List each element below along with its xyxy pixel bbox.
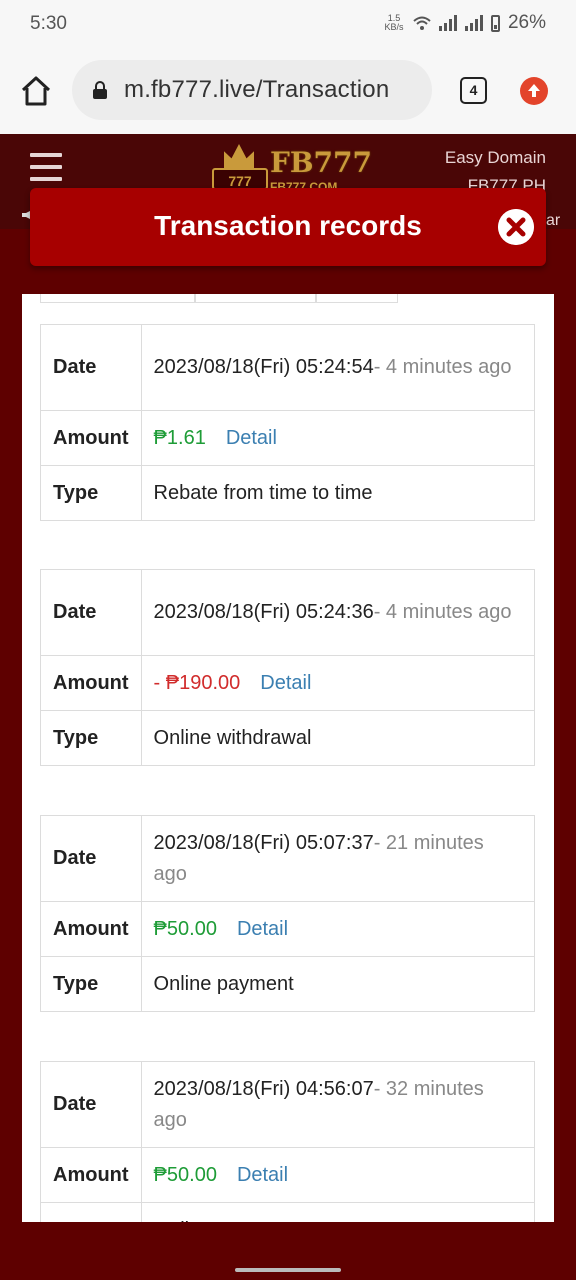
amount-label: Amount (40, 655, 142, 711)
record-date-row: Date 2023/08/18(Fri) 04:56:07- 32 minute… (40, 1061, 536, 1148)
modal-title: Transaction records (154, 210, 422, 241)
amount-label: Amount (40, 410, 142, 466)
crown-icon (224, 144, 254, 168)
record-type-row: Type Online payment (40, 956, 536, 1012)
date-value: 2023/08/18(Fri) 04:56:07- 32 minutes ago (140, 1061, 536, 1148)
type-value: Rebate from time to time (140, 465, 536, 521)
record-date-row: Date 2023/08/18(Fri) 05:07:37- 21 minute… (40, 815, 536, 902)
type-label: Type (40, 465, 142, 521)
transaction-record: Date 2023/08/18(Fri) 05:07:37- 21 minute… (40, 815, 536, 1012)
network-speed: 1.5 KB/s (384, 13, 404, 32)
relative-time: - 4 minutes ago (373, 601, 512, 623)
close-icon[interactable] (498, 209, 534, 245)
record-type-row: Type Rebate from time to time (40, 465, 536, 521)
date-label: Date (40, 324, 142, 411)
amount-label: Amount (40, 1147, 142, 1203)
detail-link[interactable]: Detail (237, 918, 288, 940)
logo-text: FB777 (270, 146, 372, 179)
gesture-nav-handle[interactable] (235, 1268, 341, 1272)
amount-value: ₱50.00 (153, 917, 217, 940)
detail-link[interactable]: Detail (237, 1164, 288, 1186)
battery-level: 26% (507, 12, 546, 33)
date-value: 2023/08/18(Fri) 05:24:36- 4 minutes ago (140, 569, 536, 656)
address-bar[interactable]: m.fb777.live/Transaction (72, 60, 432, 120)
transaction-list[interactable]: Date 2023/08/18(Fri) 05:24:54- 4 minutes… (22, 294, 554, 1222)
cell-signal-2-icon (464, 15, 483, 31)
status-bar: 5:30 1.5 KB/s 26% (0, 0, 576, 48)
record-amount-row: Amount ₱50.00 Detail (40, 1147, 536, 1203)
marquee-text: ar (546, 212, 561, 229)
type-value: Online withdrawal (140, 710, 536, 766)
date-label: Date (40, 569, 142, 656)
status-icons: 1.5 KB/s 26% (383, 12, 546, 34)
browser-toolbar: m.fb777.live/Transaction 4 (0, 48, 576, 134)
date-label: Date (40, 815, 142, 902)
tab-switcher-button[interactable]: 4 (460, 77, 487, 104)
type-value: Online payment (140, 956, 536, 1012)
record-amount-row: Amount ₱50.00 Detail (40, 901, 536, 957)
record-amount-row: Amount - ₱190.00 Detail (40, 655, 536, 711)
lock-icon (93, 81, 107, 99)
url-text: m.fb777.live/Transaction (124, 76, 390, 103)
menu-icon[interactable] (30, 153, 62, 189)
site-logo[interactable]: 777 FB777 FB777.COM (212, 138, 372, 194)
type-value: Onli (140, 1202, 536, 1222)
update-icon[interactable] (520, 77, 548, 105)
relative-time: - 4 minutes ago (373, 356, 512, 378)
modal-header: Transaction records (30, 188, 546, 266)
detail-link[interactable]: Detail (226, 427, 277, 449)
home-icon[interactable] (18, 73, 54, 109)
status-time: 5:30 (30, 13, 67, 34)
logo-slot: 777 (212, 168, 268, 190)
amount-value: - ₱190.00 (153, 671, 241, 694)
type-label: Type (40, 956, 142, 1012)
filter-tabs-edge (40, 294, 398, 304)
date-value: 2023/08/18(Fri) 05:24:54- 4 minutes ago (140, 324, 536, 411)
date-value: 2023/08/18(Fri) 05:07:37- 21 minutes ago (140, 815, 536, 902)
record-date-row: Date 2023/08/18(Fri) 05:24:54- 4 minutes… (40, 324, 536, 411)
amount-label: Amount (40, 901, 142, 957)
record-amount-row: Amount ₱1.61 Detail (40, 410, 536, 466)
cell-signal-icon (438, 15, 457, 31)
record-type-row: Type Onli (40, 1202, 536, 1222)
amount-value: ₱50.00 (153, 1163, 217, 1186)
date-label: Date (40, 1061, 142, 1148)
wifi-icon (413, 16, 431, 30)
type-label: Type (40, 1202, 142, 1222)
record-date-row: Date 2023/08/18(Fri) 05:24:36- 4 minutes… (40, 569, 536, 656)
detail-link[interactable]: Detail (260, 672, 311, 694)
transaction-record: Date 2023/08/18(Fri) 05:24:36- 4 minutes… (40, 569, 536, 766)
record-type-row: Type Online withdrawal (40, 710, 536, 766)
transaction-record: Date 2023/08/18(Fri) 04:56:07- 32 minute… (40, 1061, 536, 1222)
battery-icon (490, 14, 500, 32)
type-label: Type (40, 710, 142, 766)
transaction-record: Date 2023/08/18(Fri) 05:24:54- 4 minutes… (40, 324, 536, 521)
amount-value: ₱1.61 (153, 426, 206, 449)
